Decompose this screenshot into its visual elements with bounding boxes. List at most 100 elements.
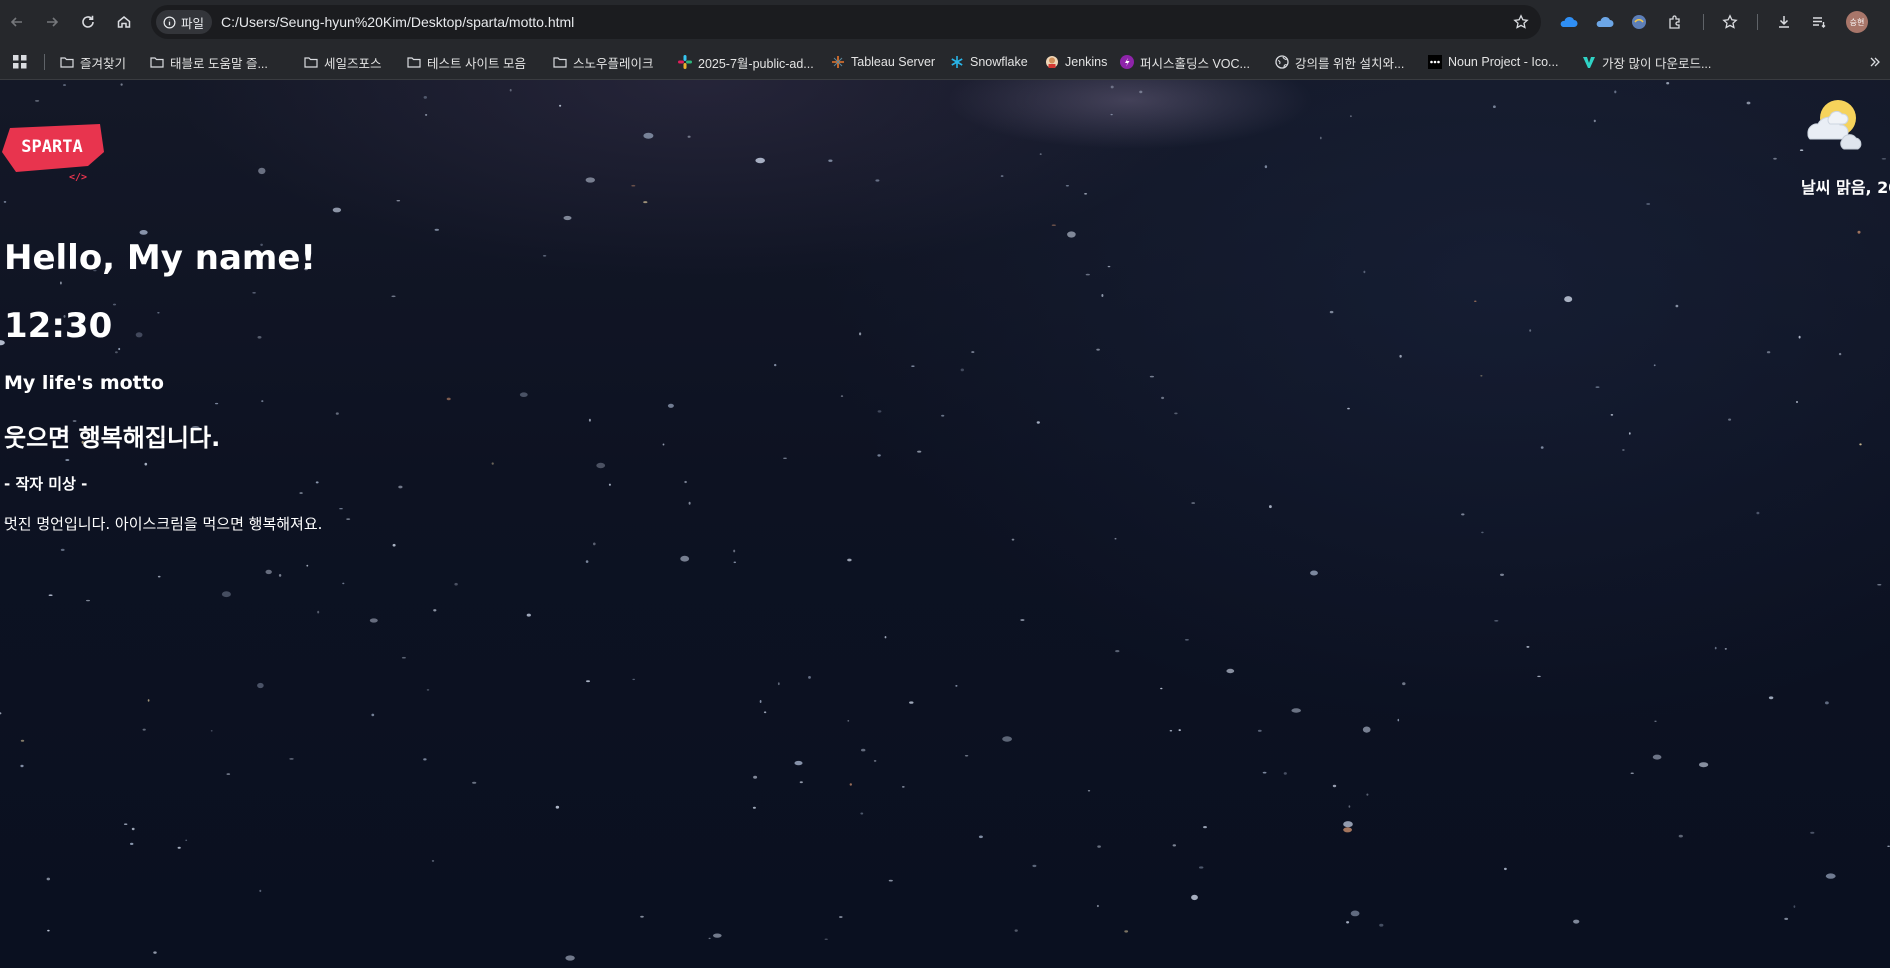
- star: [799, 781, 803, 784]
- star: [839, 916, 843, 918]
- back-button[interactable]: [4, 9, 30, 35]
- bookmark-item[interactable]: Noun Project - Ico...: [1428, 44, 1558, 80]
- bookmark-star-button[interactable]: [1509, 10, 1533, 34]
- bookmark-item[interactable]: Tableau Server: [831, 44, 935, 80]
- star: [124, 823, 128, 825]
- star: [1011, 538, 1015, 541]
- bookmark-label: 가장 많이 다운로드...: [1602, 56, 1712, 71]
- extensions-button[interactable]: [1662, 9, 1688, 35]
- star: [713, 933, 722, 938]
- star: [1160, 687, 1163, 690]
- home-button[interactable]: [111, 9, 137, 35]
- bookmark-item[interactable]: 테스트 사이트 모음: [407, 44, 526, 80]
- cloud-extension-button[interactable]: [1591, 9, 1617, 35]
- folder-icon: [150, 55, 164, 69]
- bookmark-item[interactable]: 즐겨찾기: [60, 44, 126, 80]
- star: [978, 835, 983, 839]
- star: [1332, 784, 1337, 788]
- star: [631, 184, 636, 187]
- star: [687, 135, 691, 138]
- star: [491, 462, 494, 465]
- star: [1020, 619, 1025, 621]
- bookmark-item[interactable]: 세일즈포스: [304, 44, 382, 80]
- star: [371, 713, 375, 717]
- star: [1347, 407, 1350, 410]
- bookmark-item[interactable]: 2025-7월-public-ad...: [678, 44, 814, 80]
- star: [396, 200, 401, 202]
- star: [120, 83, 123, 86]
- star: [261, 400, 264, 403]
- slack-icon: [678, 55, 692, 69]
- star: [1857, 230, 1861, 234]
- star: [667, 403, 674, 408]
- star: [299, 492, 303, 494]
- star: [1096, 904, 1099, 908]
- extension-globe-button[interactable]: [1626, 9, 1652, 35]
- profile-avatar[interactable]: 승현: [1846, 11, 1868, 33]
- star: [1264, 165, 1268, 169]
- globe-icon: [1275, 55, 1289, 69]
- bookmark-item[interactable]: Jenkins: [1045, 44, 1107, 80]
- star: [1675, 304, 1679, 308]
- star: [423, 96, 427, 99]
- motto-author: - 작자 미상 -: [4, 475, 88, 493]
- star: [339, 508, 343, 510]
- globe-extension-icon: [1632, 15, 1646, 29]
- star: [585, 560, 589, 563]
- star: [1000, 175, 1004, 177]
- star: [643, 201, 648, 204]
- bookmark-item[interactable]: Snowflake: [950, 44, 1028, 80]
- star: [20, 739, 25, 742]
- more-bookmarks-button[interactable]: [1869, 44, 1881, 80]
- star: [1810, 831, 1815, 834]
- star: [1610, 414, 1614, 416]
- star: [257, 336, 262, 339]
- reading-list-button[interactable]: [1806, 9, 1832, 35]
- star: [1494, 620, 1499, 622]
- download-icon: [1779, 16, 1789, 28]
- star: [401, 656, 406, 659]
- star: [1191, 502, 1196, 504]
- star: [177, 846, 181, 849]
- onedrive-extension-button[interactable]: [1555, 9, 1581, 35]
- bookmarks-divider: [44, 54, 45, 70]
- star: [1110, 85, 1114, 89]
- url-text[interactable]: C:/Users/Seung-hyun%20Kim/Desktop/sparta…: [221, 5, 574, 39]
- address-bar[interactable]: 파일 C:/Users/Seung-hyun%20Kim/Desktop/spa…: [151, 5, 1541, 39]
- star: [1630, 772, 1634, 774]
- star: [877, 454, 881, 457]
- star: [1773, 157, 1777, 160]
- star: [259, 889, 262, 893]
- star: [1362, 726, 1371, 733]
- star: [1564, 296, 1573, 303]
- favorites-button[interactable]: [1717, 9, 1743, 35]
- star: [877, 410, 882, 413]
- star: [1796, 401, 1798, 403]
- reload-button[interactable]: [75, 9, 101, 35]
- apps-button[interactable]: [13, 44, 27, 80]
- weather-text: 날씨 맑음, 20: [1801, 178, 1890, 197]
- star: [342, 582, 345, 585]
- bookmark-item[interactable]: 태블로 도움말 즐...: [150, 44, 268, 80]
- star: [1350, 910, 1360, 917]
- folder-icon: [304, 55, 318, 69]
- star: [258, 167, 266, 175]
- bookmark-item[interactable]: 퍼시스홀딩스 VOC...: [1120, 44, 1250, 80]
- motto-quote: 웃으면 행복해집니다.: [4, 424, 221, 452]
- downloads-button[interactable]: [1771, 9, 1797, 35]
- folder-icon: [60, 55, 74, 69]
- bookmark-item[interactable]: 강의를 위한 설치와...: [1275, 44, 1404, 80]
- star: [1084, 193, 1088, 195]
- star: [860, 812, 864, 815]
- star: [684, 480, 687, 484]
- bookmark-item[interactable]: 스노우플레이크: [553, 44, 654, 80]
- bookmark-label: 2025-7월-public-ad...: [698, 56, 814, 71]
- star: [1310, 570, 1318, 576]
- forward-button[interactable]: [39, 9, 65, 35]
- star: [1573, 919, 1580, 924]
- star: [563, 215, 572, 221]
- star: [1065, 185, 1069, 187]
- site-info-chip[interactable]: 파일: [156, 10, 213, 34]
- bookmark-item[interactable]: 가장 많이 다운로드...: [1582, 44, 1711, 80]
- star: [115, 351, 118, 354]
